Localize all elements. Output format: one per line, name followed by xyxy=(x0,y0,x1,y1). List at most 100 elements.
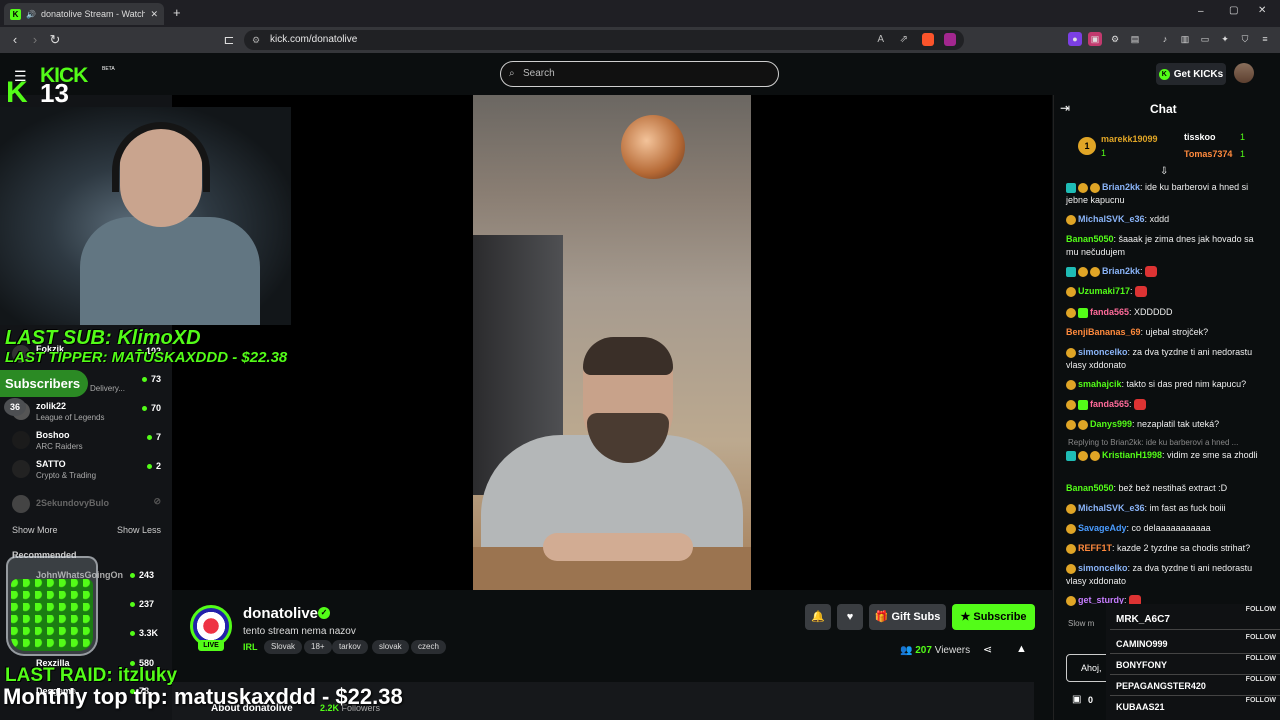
chat-username[interactable]: fanda565 xyxy=(1090,307,1129,317)
offline-icon: ⊘ xyxy=(153,496,161,506)
viewer-count-display: 👥 207 Viewers xyxy=(900,645,970,656)
forward-icon[interactable]: › xyxy=(26,31,44,49)
chat-username[interactable]: Brian2kk xyxy=(1102,266,1140,276)
chat-message: fanda565: xyxy=(1066,398,1262,411)
follow-button[interactable]: FOLLOW xyxy=(1246,634,1276,641)
chat-username[interactable]: simoncelko xyxy=(1078,347,1128,357)
chat-pin-icon[interactable]: ⇩ xyxy=(1160,166,1168,177)
chat-message: KristianH1998: vidim ze sme sa zhodli xyxy=(1066,449,1262,462)
close-window-button[interactable]: ✕ xyxy=(1258,5,1266,16)
collapse-chat-icon[interactable]: ⇥ xyxy=(1060,101,1070,115)
follow-button[interactable]: FOLLOW xyxy=(1246,697,1276,704)
follow-button[interactable]: FOLLOW xyxy=(1246,655,1276,662)
report-button[interactable]: ▲ xyxy=(1016,643,1027,655)
menu-icon[interactable]: ≡ xyxy=(1258,32,1272,46)
person-hair xyxy=(583,337,673,375)
music-icon[interactable]: ♪ xyxy=(1158,32,1172,46)
leader-name[interactable]: tisskoo xyxy=(1184,132,1216,142)
extensions-icon[interactable]: ✦ xyxy=(1218,32,1232,46)
back-icon[interactable]: ‹ xyxy=(6,31,24,49)
chat-username[interactable]: MichalSVK_e36 xyxy=(1078,503,1145,513)
browser-tab-bar: K 🔊 donatolive Stream - Watch Li ✕ + – ▢… xyxy=(0,0,1280,27)
sidebar-channel-offline[interactable]: 2SekundovyBulo ⊘ xyxy=(8,493,163,519)
chat-username[interactable]: SavageAdy xyxy=(1078,523,1127,533)
emote-icon xyxy=(1145,266,1158,278)
subscriber-badge-icon xyxy=(1066,182,1076,193)
search-input[interactable]: ⌕ Search xyxy=(500,61,779,87)
search-placeholder: Search xyxy=(523,68,555,79)
chat-username[interactable]: KristianH1998 xyxy=(1102,450,1162,460)
chat-username[interactable]: MichalSVK_e36 xyxy=(1078,214,1145,224)
new-tab-button[interactable]: + xyxy=(173,5,181,20)
wallet-icon[interactable]: ▭ xyxy=(1198,32,1212,46)
extension-icon[interactable]: ● xyxy=(1068,32,1082,46)
show-less-button[interactable]: Show Less xyxy=(117,525,161,535)
translate-icon[interactable]: A xyxy=(877,30,884,50)
stream-tag[interactable]: tarkov xyxy=(332,640,368,654)
viewer-count: 237 xyxy=(130,599,154,609)
gold-badge-icon xyxy=(1066,543,1076,554)
chat-username[interactable]: REFF1T xyxy=(1078,543,1112,553)
chest-icon[interactable]: ▣ xyxy=(1072,694,1081,705)
sidebar-icon[interactable]: ▥ xyxy=(1178,32,1192,46)
notification-bell-button[interactable]: 🔔 xyxy=(805,604,831,630)
maximize-button[interactable]: ▢ xyxy=(1229,5,1238,16)
reload-icon[interactable]: ↻ xyxy=(46,31,64,49)
streamer-name[interactable]: donatolive xyxy=(243,605,318,622)
extension-icon[interactable]: ▣ xyxy=(1088,32,1102,46)
get-kicks-button[interactable]: K Get KICKs xyxy=(1156,63,1226,85)
chat-username[interactable]: Uzumaki717 xyxy=(1078,286,1130,296)
leader-name[interactable]: Tomas7374 xyxy=(1184,149,1232,159)
channel-avatar xyxy=(12,495,30,513)
url-bar[interactable]: ⚙ kick.com/donatolive A ⇗ xyxy=(244,30,964,50)
speaker-icon[interactable]: 🔊 xyxy=(26,10,36,19)
brave-rewards-icon[interactable] xyxy=(944,33,956,46)
viewer-count: 73 xyxy=(141,374,161,384)
user-avatar[interactable] xyxy=(1234,63,1254,83)
site-info-icon[interactable]: ⚙ xyxy=(252,30,260,50)
emote-icon xyxy=(1135,286,1148,298)
sidebar-channel[interactable]: Boshoo ARC Raiders 7 xyxy=(8,429,163,455)
chat-message: Uzumaki717: xyxy=(1066,285,1262,298)
share-icon[interactable]: ⇗ xyxy=(900,30,908,50)
chat-username[interactable]: Banan5050 xyxy=(1066,234,1114,244)
extension-icon[interactable]: ▤ xyxy=(1128,32,1142,46)
lamp-image xyxy=(621,115,685,179)
extension-icon[interactable]: ⚙ xyxy=(1108,32,1122,46)
stream-tag[interactable]: Slovak xyxy=(264,640,303,654)
chat-message: smahajcik: takto si das pred nim kapucu? xyxy=(1066,378,1262,391)
stream-video-frame[interactable] xyxy=(473,95,751,590)
leader-name[interactable]: marekk19099 xyxy=(1101,134,1158,144)
chat-username[interactable]: smahajcik xyxy=(1078,379,1122,389)
stream-category[interactable]: IRL xyxy=(243,642,258,652)
bookmark-icon[interactable]: ⊏ xyxy=(220,31,238,49)
tab-close-icon[interactable]: ✕ xyxy=(150,9,158,20)
chat-username[interactable]: Brian2kk xyxy=(1102,182,1140,192)
subscribe-button[interactable]: ★ Subscribe xyxy=(952,604,1035,630)
vpn-icon[interactable]: ⛉ xyxy=(1238,32,1252,46)
stream-tag[interactable]: czech xyxy=(411,640,446,654)
chat-text: ujebal strojček? xyxy=(1145,327,1209,337)
follow-button[interactable]: FOLLOW xyxy=(1246,676,1276,683)
stream-tag[interactable]: 18+ xyxy=(304,640,332,654)
last-tipper-overlay: LAST TIPPER: MATUSKAXDDD - $22.38 xyxy=(5,349,288,366)
share-button[interactable]: ⋖ xyxy=(983,643,992,656)
chat-username[interactable]: Danys999 xyxy=(1090,419,1132,429)
kick-logo[interactable]: KICK BETA K 13 xyxy=(6,64,116,109)
show-more-button[interactable]: Show More xyxy=(12,525,58,535)
chat-text: nezaplatil tak uteká? xyxy=(1137,419,1220,429)
sidebar-channel[interactable]: zolik22 League of Legends 70 xyxy=(8,400,163,426)
chat-username[interactable]: BenjiBananas_69 xyxy=(1066,327,1141,337)
brave-shield-icon[interactable] xyxy=(922,33,934,46)
stream-tag[interactable]: slovak xyxy=(372,640,409,654)
follow-button[interactable]: FOLLOW xyxy=(1246,606,1276,613)
gift-subs-button[interactable]: 🎁 Gift Subs xyxy=(869,604,946,630)
leader-count: 1 xyxy=(1101,148,1107,158)
chat-username[interactable]: fanda565 xyxy=(1090,399,1129,409)
sidebar-channel[interactable]: SATTO Crypto & Trading 2 xyxy=(8,458,163,484)
follow-heart-button[interactable]: ♥ xyxy=(837,604,863,630)
chat-username[interactable]: Banan5050 xyxy=(1066,483,1114,493)
browser-tab[interactable]: K 🔊 donatolive Stream - Watch Li ✕ xyxy=(4,3,164,25)
minimize-button[interactable]: – xyxy=(1198,6,1204,17)
chat-username[interactable]: simoncelko xyxy=(1078,563,1128,573)
